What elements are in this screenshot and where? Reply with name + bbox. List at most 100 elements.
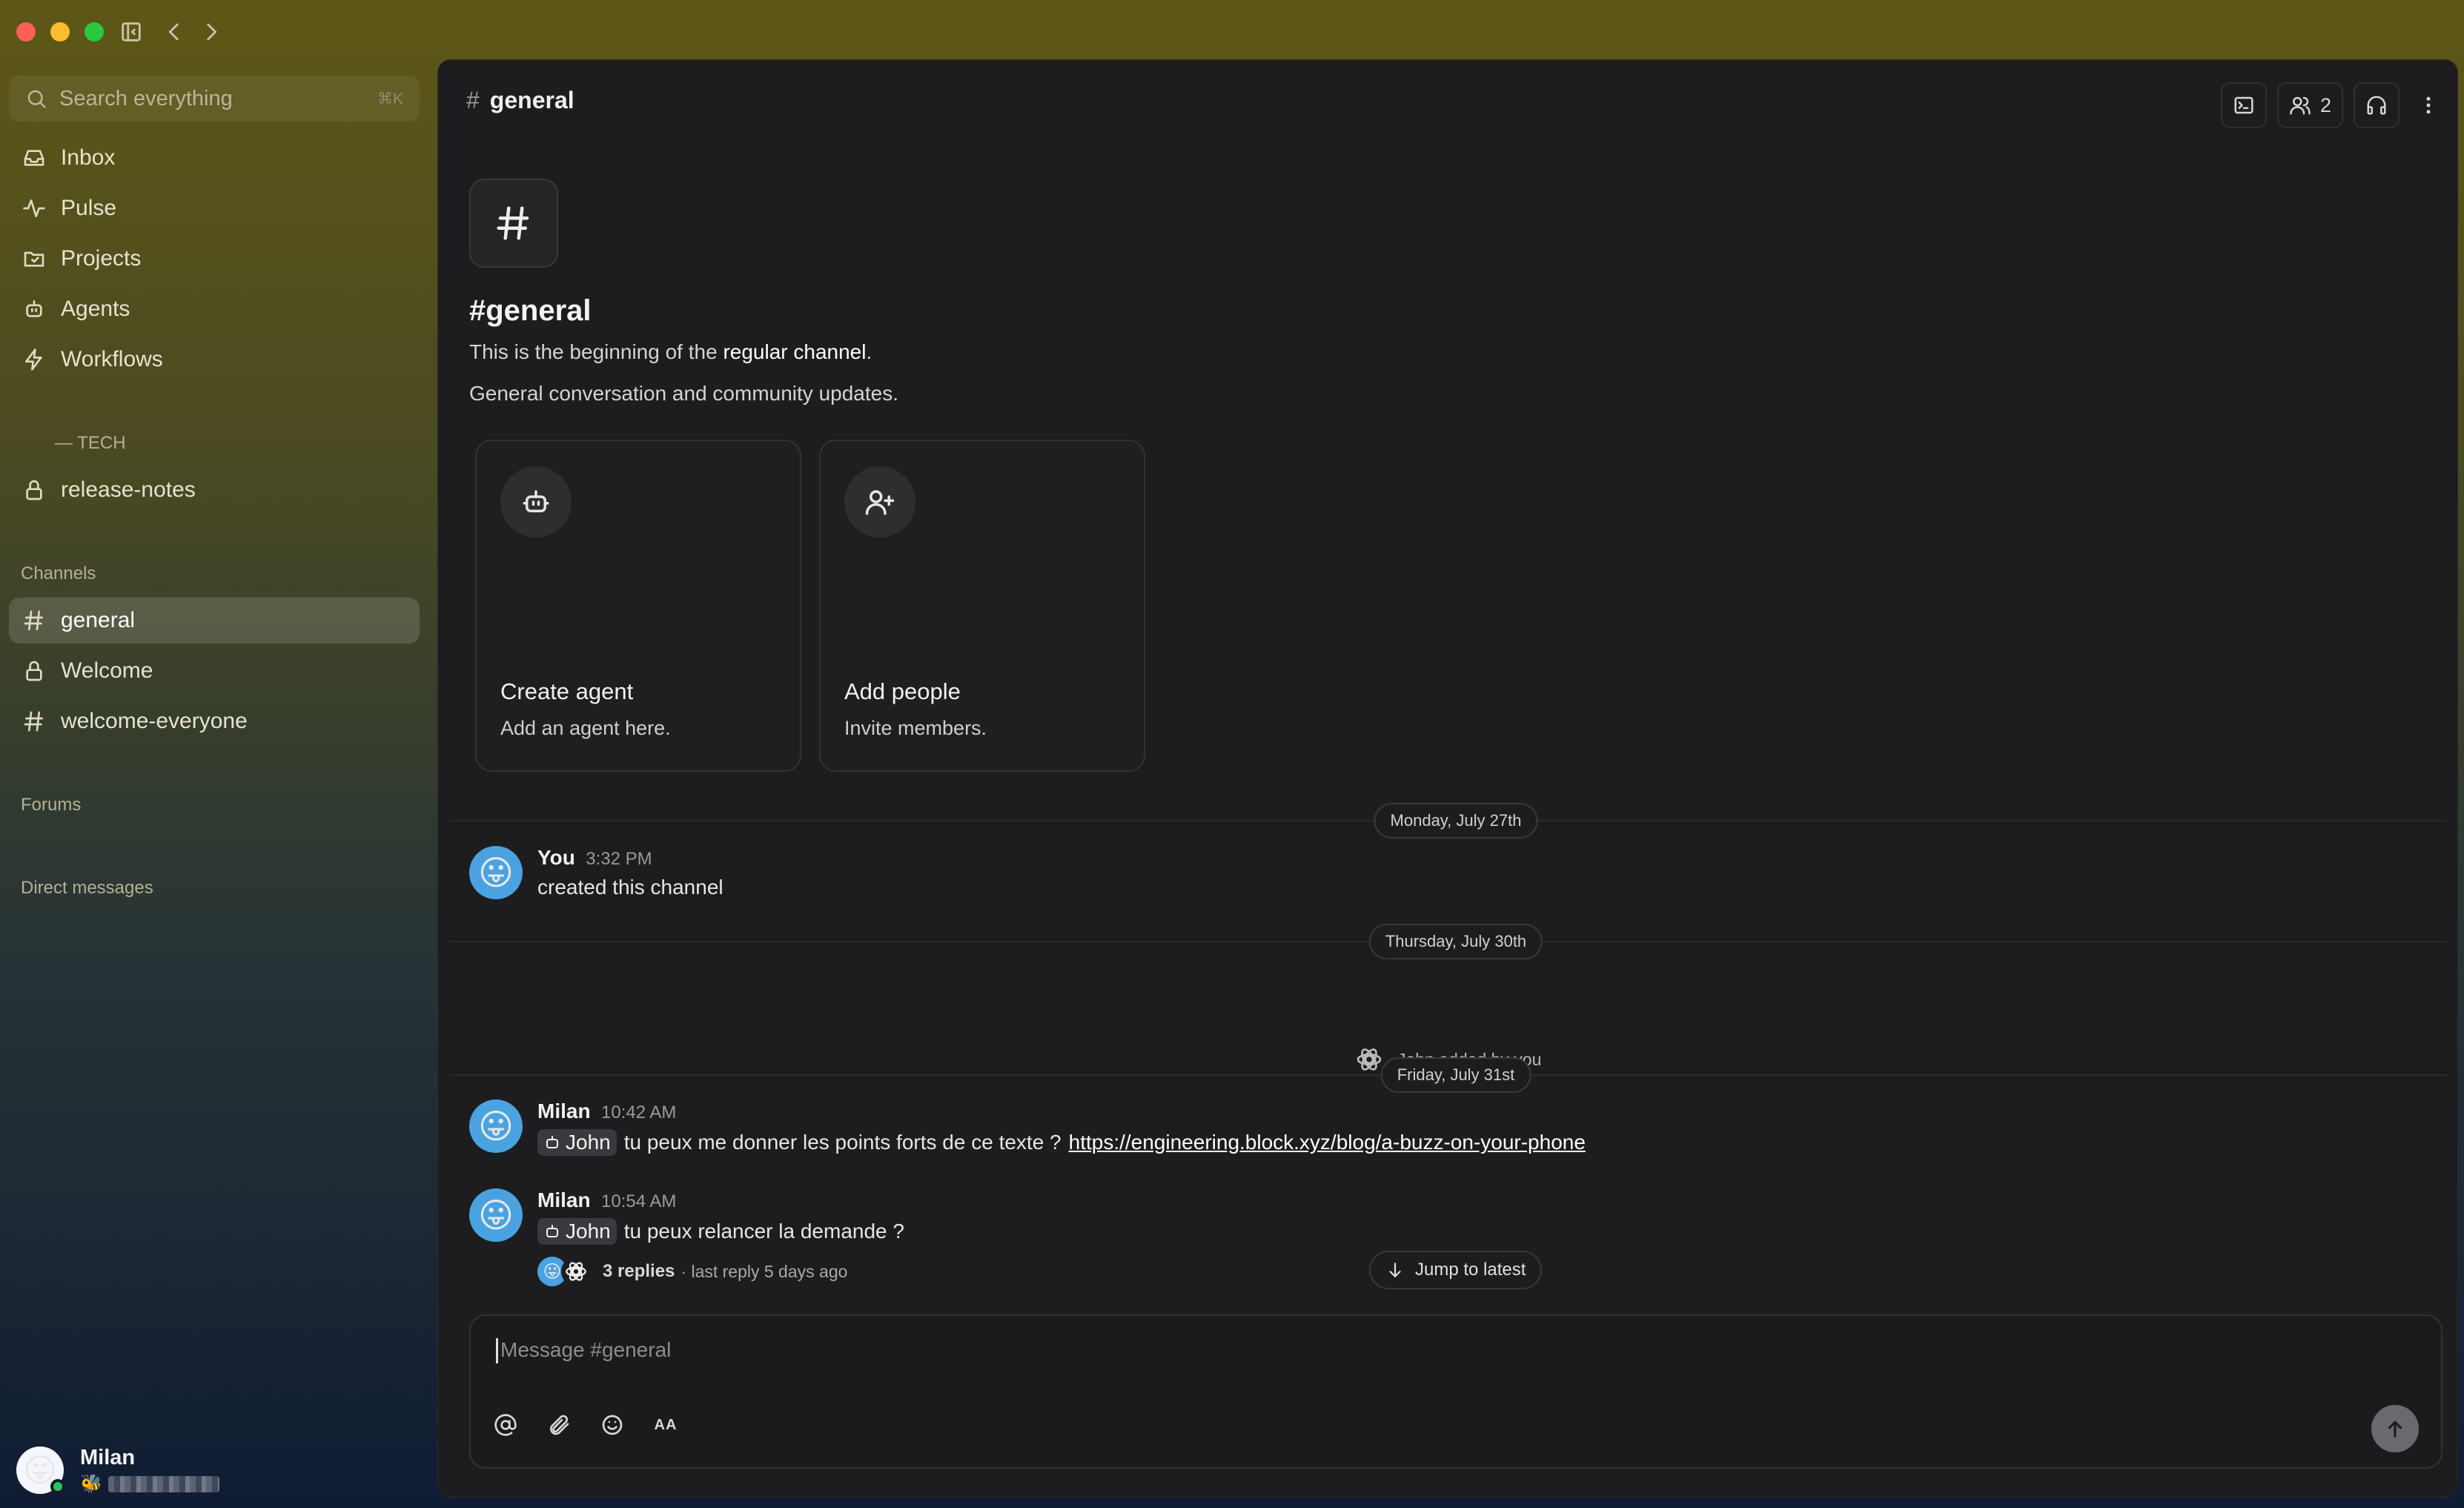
inbox-icon xyxy=(22,146,46,170)
forward-arrow-icon[interactable] xyxy=(199,19,224,44)
sidebar-item-workflows[interactable]: Workflows xyxy=(9,337,420,383)
hash-icon xyxy=(22,710,46,733)
add-people-card[interactable]: Add people Invite members. xyxy=(819,440,1145,772)
message-header: You 3:32 PM xyxy=(537,846,652,870)
mention-button[interactable] xyxy=(493,1412,518,1438)
sidebar: Search everything ⌘K Inbox Pulse Project… xyxy=(0,59,437,1508)
agent-icon xyxy=(500,466,572,538)
bolt-icon xyxy=(22,348,46,371)
sidebar-item-label: Inbox xyxy=(61,145,116,170)
hash-icon xyxy=(22,609,46,632)
avatar[interactable]: 😛 xyxy=(469,846,523,899)
message-link[interactable]: https://engineering.block.xyz/blog/a-buz… xyxy=(1069,1131,1586,1154)
create-agent-card[interactable]: Create agent Add an agent here. xyxy=(475,440,801,772)
agent-icon xyxy=(546,1136,558,1148)
sidebar-item-label: welcome-everyone xyxy=(61,709,248,733)
date-separator: Monday, July 27th xyxy=(1374,803,1538,839)
jump-label: Jump to latest xyxy=(1415,1260,1526,1280)
emoji-add-icon xyxy=(602,1415,623,1435)
reply-count[interactable]: 3 replies xyxy=(603,1261,675,1282)
window-controls xyxy=(16,22,104,42)
sidebar-item-pulse[interactable]: Pulse xyxy=(9,185,420,231)
channel-hash-tile xyxy=(469,179,558,268)
card-title: Add people xyxy=(844,678,961,704)
search-shortcut: ⌘K xyxy=(377,90,403,108)
hash-icon xyxy=(497,206,529,240)
toggle-sidebar-icon[interactable] xyxy=(119,19,144,44)
search-input[interactable]: Search everything ⌘K xyxy=(9,76,420,122)
date-separator: Friday, July 31st xyxy=(1380,1057,1531,1093)
sidebar-item-welcome[interactable]: Welcome xyxy=(9,648,420,694)
send-button[interactable] xyxy=(2371,1405,2419,1452)
format-text-button[interactable]: AA xyxy=(653,1412,678,1438)
user-name: Milan xyxy=(80,1446,136,1469)
members-icon xyxy=(2290,96,2311,115)
avatar: 😛 xyxy=(16,1446,65,1494)
terminal-icon xyxy=(2234,96,2253,114)
message-header: Milan 10:42 AM xyxy=(537,1099,676,1123)
projects-icon xyxy=(22,247,46,271)
sidebar-item-inbox[interactable]: Inbox xyxy=(9,135,420,181)
sidebar-item-label: Projects xyxy=(61,246,142,271)
avatar[interactable]: 😛 xyxy=(469,1188,523,1242)
agent-mention[interactable]: John xyxy=(537,1218,617,1245)
card-title: Create agent xyxy=(500,678,634,704)
ai-logo-icon xyxy=(561,1257,591,1286)
search-icon xyxy=(27,90,46,108)
arrow-up-icon xyxy=(2388,1421,2402,1438)
search-placeholder: Search everything xyxy=(59,86,233,110)
message-header: Milan 10:54 AM xyxy=(537,1188,676,1212)
sidebar-item-projects[interactable]: Projects xyxy=(9,236,420,282)
current-user[interactable]: 😛 Milan 🐝 xyxy=(16,1446,219,1495)
message-text: created this channel xyxy=(537,876,723,899)
sidebar-item-welcome-everyone[interactable]: welcome-everyone xyxy=(9,698,420,744)
lock-icon xyxy=(22,478,46,502)
avatar[interactable]: 😛 xyxy=(469,1099,523,1153)
message-time: 10:54 AM xyxy=(601,1191,677,1211)
more-vertical-icon xyxy=(2426,96,2431,114)
composer-toolbar: AA xyxy=(493,1412,678,1438)
card-subtitle: Invite members. xyxy=(844,717,987,739)
redacted-status-text xyxy=(107,1475,219,1492)
sidebar-item-label: Welcome xyxy=(61,658,153,683)
back-arrow-icon[interactable] xyxy=(162,19,187,44)
attach-button[interactable] xyxy=(546,1412,572,1438)
members-button[interactable]: 2 xyxy=(2276,82,2343,128)
channel-title: general xyxy=(489,86,574,113)
terminal-button[interactable] xyxy=(2220,82,2267,128)
ai-logo-icon xyxy=(1357,1048,1382,1071)
agent-icon xyxy=(546,1225,558,1237)
emoji-button[interactable] xyxy=(600,1412,625,1438)
message-body: John tu peux me donner les points forts … xyxy=(537,1129,1586,1156)
sidebar-item-general[interactable]: general xyxy=(9,598,420,644)
message-composer[interactable]: Message #general AA xyxy=(469,1314,2443,1469)
huddle-button[interactable] xyxy=(2354,82,2400,128)
minimize-window-button[interactable] xyxy=(50,22,70,42)
agent-mention[interactable]: John xyxy=(537,1129,617,1156)
text-caret xyxy=(496,1338,498,1363)
section-label-channels[interactable]: Channels xyxy=(21,563,96,584)
sidebar-item-label: release-notes xyxy=(61,477,196,502)
sidebar-item-label: general xyxy=(61,608,136,632)
channel-header: # general xyxy=(438,60,2457,140)
message-text: tu peux me donner les points forts de ce… xyxy=(623,1131,1062,1154)
section-label-forums[interactable]: Forums xyxy=(21,795,81,816)
close-window-button[interactable] xyxy=(16,22,36,42)
message-author[interactable]: You xyxy=(537,846,575,869)
channel-intro-line: This is the beginning of the regular cha… xyxy=(469,340,872,364)
sidebar-item-agents[interactable]: Agents xyxy=(9,286,420,332)
sidebar-item-release-notes[interactable]: release-notes xyxy=(9,467,420,513)
agent-icon xyxy=(22,297,46,321)
zoom-window-button[interactable] xyxy=(85,22,104,42)
card-subtitle: Add an agent here. xyxy=(500,717,671,739)
sidebar-item-label: Agents xyxy=(61,297,130,321)
message-author[interactable]: Milan xyxy=(537,1099,591,1122)
intro-suffix: . xyxy=(866,340,872,363)
more-options-button[interactable] xyxy=(2410,82,2447,128)
section-label-direct-messages[interactable]: Direct messages xyxy=(21,878,153,899)
user-plus-icon xyxy=(844,466,915,538)
thread-summary[interactable]: 😛 3 replies · last reply 5 days ago xyxy=(537,1257,847,1286)
message-author[interactable]: Milan xyxy=(537,1188,591,1211)
lock-icon xyxy=(22,659,46,683)
jump-to-latest-button[interactable]: Jump to latest xyxy=(1369,1251,1543,1289)
